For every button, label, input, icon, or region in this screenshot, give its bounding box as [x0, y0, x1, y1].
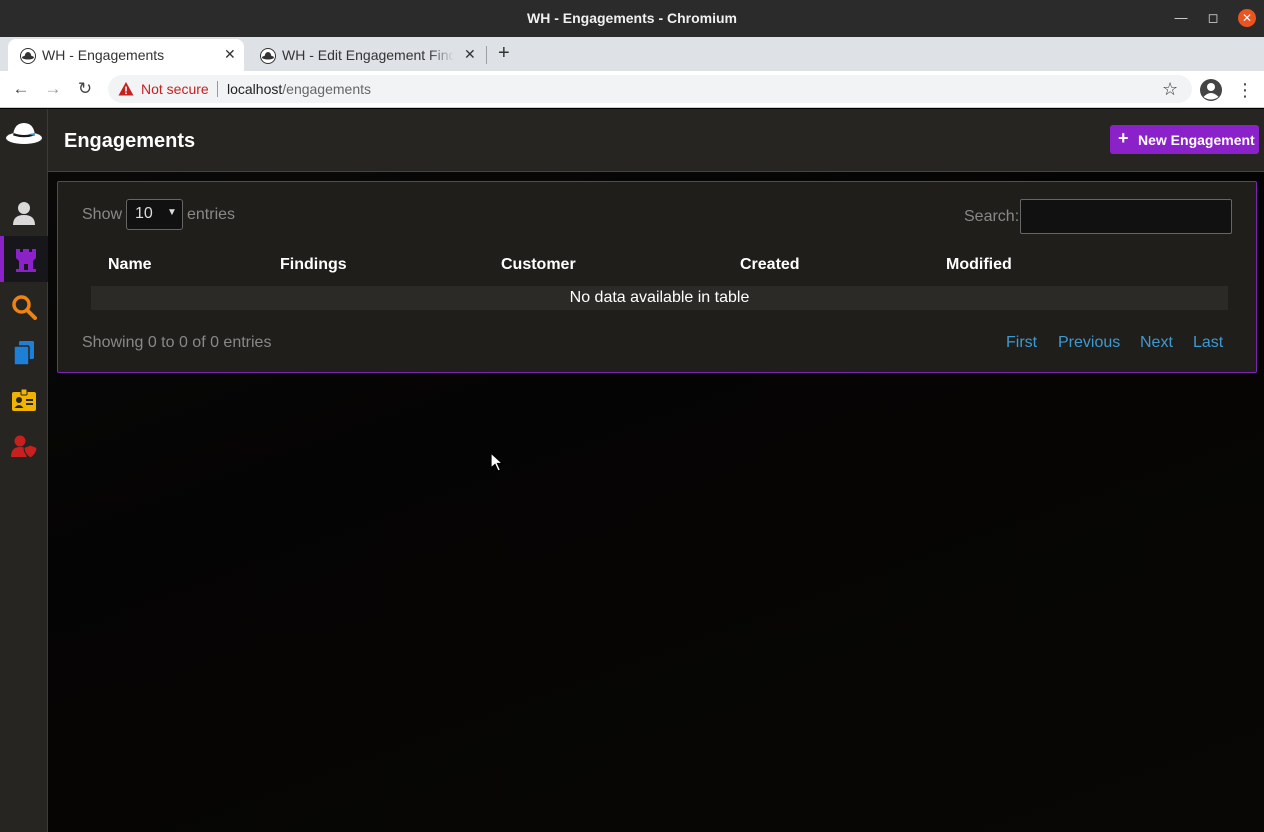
- browser-toolbar: ← → ↻ Not secure localhost/engagements ☆…: [0, 71, 1264, 108]
- sidebar-item-engagements[interactable]: [0, 236, 48, 282]
- profile-icon[interactable]: [1199, 78, 1223, 102]
- back-arrow-icon[interactable]: ←: [11, 79, 31, 99]
- engagements-table-panel: Show 10 ▼ entries Search: Name Findings …: [57, 181, 1257, 373]
- files-icon: [13, 341, 34, 366]
- window-title: WH - Engagements - Chromium: [526, 10, 737, 26]
- chevron-down-icon: ▼: [167, 207, 177, 218]
- page-size-value: 10: [135, 205, 153, 222]
- close-window-button[interactable]: ✕: [1238, 9, 1256, 27]
- user-icon: [13, 202, 35, 225]
- security-status[interactable]: Not secure: [141, 81, 209, 97]
- pagination-last[interactable]: Last: [1193, 334, 1223, 352]
- url-path: /engagements: [282, 81, 371, 97]
- page-title: Engagements: [64, 130, 196, 152]
- new-engagement-label: New Engagement: [1138, 132, 1255, 148]
- maximize-button[interactable]: ◻: [1204, 9, 1222, 27]
- reload-icon[interactable]: ↻: [75, 79, 95, 99]
- warning-icon: [118, 82, 134, 96]
- show-label: Show: [82, 206, 123, 223]
- column-header-created[interactable]: Created: [740, 256, 800, 274]
- sidebar-item-search[interactable]: [0, 283, 48, 329]
- tab-label: WH - Edit Engagement Findings: [282, 47, 454, 63]
- new-tab-icon[interactable]: +: [498, 42, 510, 65]
- tab-label: WH - Engagements: [42, 47, 165, 63]
- close-tab-icon[interactable]: ✕: [464, 46, 476, 63]
- omnibox-divider: [217, 81, 218, 97]
- hat-favicon-icon: [260, 48, 276, 64]
- search-label: Search:: [964, 208, 1020, 225]
- castle-icon: [16, 249, 36, 272]
- address-bar[interactable]: Not secure localhost/engagements ☆: [108, 75, 1192, 103]
- forward-arrow-icon[interactable]: →: [43, 79, 63, 99]
- table-info: Showing 0 to 0 of 0 entries: [82, 334, 272, 351]
- column-header-name[interactable]: Name: [108, 256, 152, 274]
- url-text[interactable]: localhost/engagements: [227, 81, 371, 97]
- pagination-next[interactable]: Next: [1140, 334, 1173, 352]
- window-titlebar: WH - Engagements - Chromium — ◻ ✕: [0, 0, 1264, 37]
- page-header: Engagements + New Engagement: [48, 109, 1264, 172]
- browser-menu-icon[interactable]: ⋮: [1236, 79, 1254, 101]
- page-size-select[interactable]: 10 ▼: [126, 199, 183, 230]
- close-tab-icon[interactable]: ✕: [224, 46, 236, 63]
- user-shield-icon: [11, 435, 37, 459]
- tab-edit-engagement[interactable]: WH - Edit Engagement Findings ✕: [248, 39, 486, 71]
- minimize-button[interactable]: —: [1172, 9, 1190, 27]
- tab-strip: WH - Engagements ✕ WH - Edit Engagement …: [0, 37, 1264, 71]
- mouse-cursor-icon: [490, 452, 504, 472]
- app-root: Engagements + New Engagement Show 10 ▼ e…: [0, 109, 1264, 832]
- pagination-first[interactable]: First: [1006, 334, 1037, 352]
- sidebar-item-users[interactable]: [0, 189, 48, 235]
- pagination-previous[interactable]: Previous: [1058, 334, 1120, 352]
- bookmark-star-icon[interactable]: ☆: [1162, 79, 1178, 100]
- sidebar-item-files[interactable]: [0, 329, 48, 375]
- entries-label: entries: [187, 206, 236, 223]
- column-header-findings[interactable]: Findings: [280, 256, 347, 274]
- column-header-modified[interactable]: Modified: [946, 256, 1012, 274]
- id-badge-icon: [12, 388, 36, 411]
- tab-engagements[interactable]: WH - Engagements ✕: [8, 39, 244, 71]
- tab-separator: [486, 46, 487, 64]
- column-header-customer[interactable]: Customer: [501, 256, 576, 274]
- sidebar-item-clients[interactable]: [0, 376, 48, 422]
- empty-table-message: No data available in table: [91, 286, 1228, 310]
- sidebar: [0, 109, 48, 832]
- new-engagement-button[interactable]: + New Engagement: [1110, 125, 1259, 154]
- hat-favicon-icon: [20, 48, 36, 64]
- hat-logo-icon[interactable]: [5, 119, 43, 147]
- sidebar-item-admin[interactable]: [0, 422, 48, 468]
- plus-icon: +: [1118, 128, 1129, 148]
- url-host: localhost: [227, 81, 283, 97]
- search-icon: [12, 295, 37, 320]
- search-input[interactable]: [1020, 199, 1232, 234]
